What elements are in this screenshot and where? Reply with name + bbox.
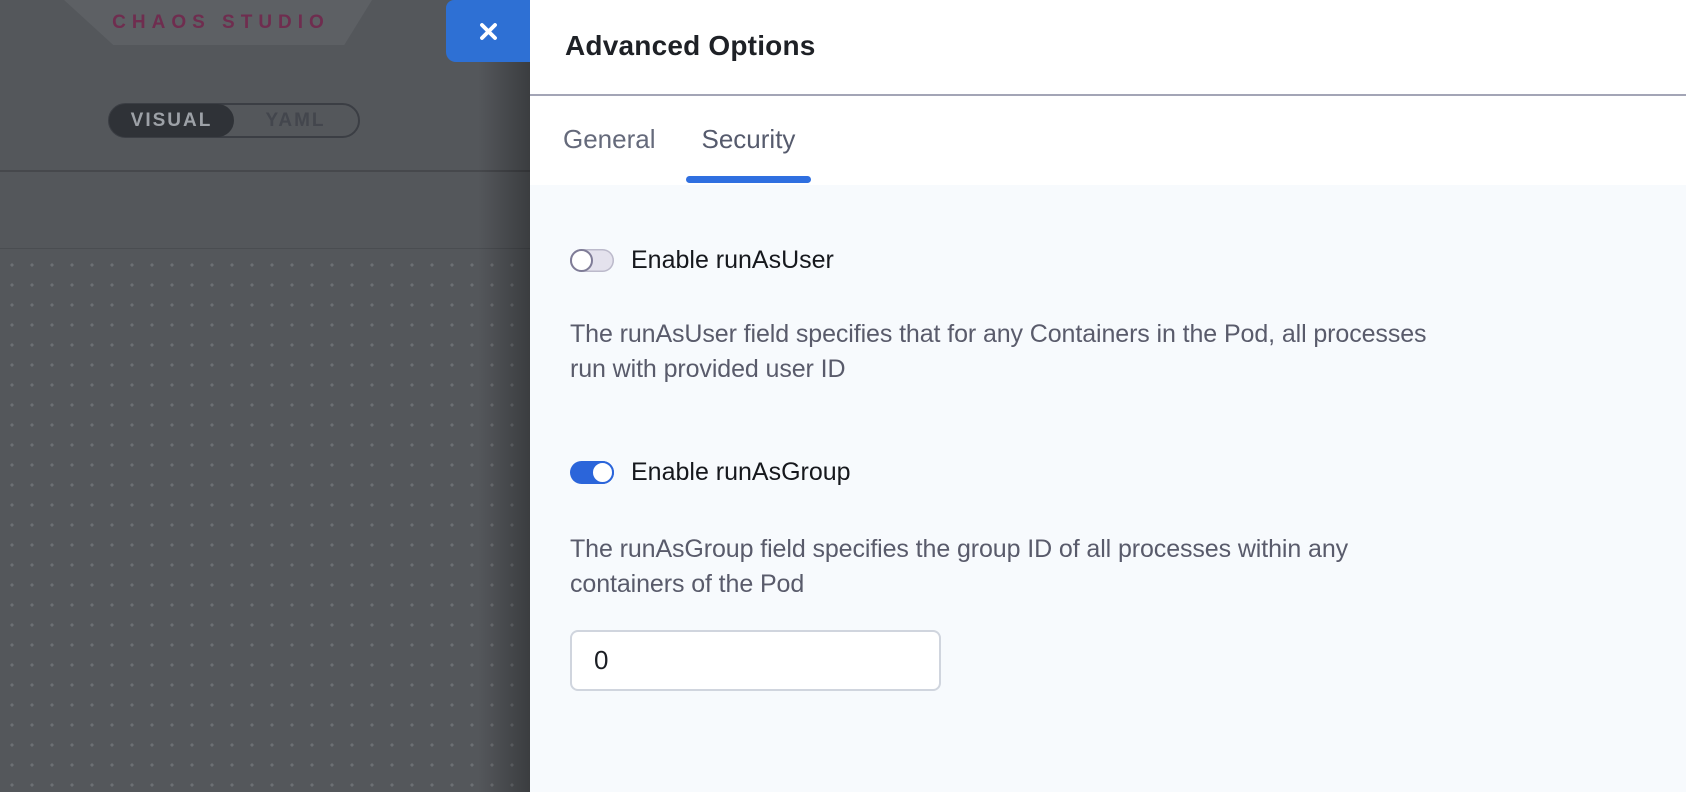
chaos-studio-banner: CHAOS STUDIO	[64, 0, 372, 45]
run-as-group-row: Enable runAsGroup	[570, 458, 1646, 487]
run-as-group-toggle[interactable]	[570, 461, 614, 484]
advanced-options-drawer: Advanced Options General Security Enable…	[530, 0, 1686, 792]
run-as-group-value-input[interactable]	[570, 630, 941, 691]
security-tab-panel: Enable runAsUser The runAsUser field spe…	[530, 185, 1686, 792]
close-icon	[475, 18, 502, 45]
description-line: containers of the Pod	[570, 567, 1646, 602]
drawer-close-button[interactable]	[446, 0, 530, 62]
run-as-user-row: Enable runAsUser	[570, 246, 1646, 275]
tab-general[interactable]: General	[547, 96, 672, 183]
tab-general-label: General	[563, 124, 656, 155]
toggle-knob	[570, 249, 593, 272]
run-as-user-description: The runAsUser field specifies that for a…	[570, 317, 1646, 387]
tab-security[interactable]: Security	[686, 96, 812, 183]
chaos-studio-banner-label: CHAOS STUDIO	[106, 12, 330, 34]
run-as-user-label: Enable runAsUser	[631, 246, 834, 275]
toggle-knob	[591, 461, 614, 484]
description-line: The runAsGroup field specifies the group…	[570, 532, 1646, 567]
visual-yaml-switcher: VISUAL YAML	[108, 103, 360, 138]
run-as-group-label: Enable runAsGroup	[631, 458, 851, 487]
run-as-group-description: The runAsGroup field specifies the group…	[570, 532, 1646, 602]
workflow-dot-grid-canvas	[0, 249, 530, 792]
tab-security-label: Security	[702, 124, 796, 155]
description-line: The runAsUser field specifies that for a…	[570, 317, 1646, 352]
toolbar-divider	[0, 170, 530, 172]
description-line: run with provided user ID	[570, 352, 1646, 387]
yaml-mode-tab[interactable]: YAML	[233, 105, 358, 136]
drawer-title: Advanced Options	[565, 30, 816, 62]
drawer-header: Advanced Options	[530, 0, 1686, 96]
run-as-user-toggle[interactable]	[570, 249, 614, 272]
canvas-backdrop: CHAOS STUDIO VISUAL YAML	[0, 0, 530, 792]
visual-mode-tab[interactable]: VISUAL	[109, 104, 234, 137]
active-tab-indicator	[686, 176, 812, 183]
drawer-tabs: General Security	[530, 96, 1686, 183]
